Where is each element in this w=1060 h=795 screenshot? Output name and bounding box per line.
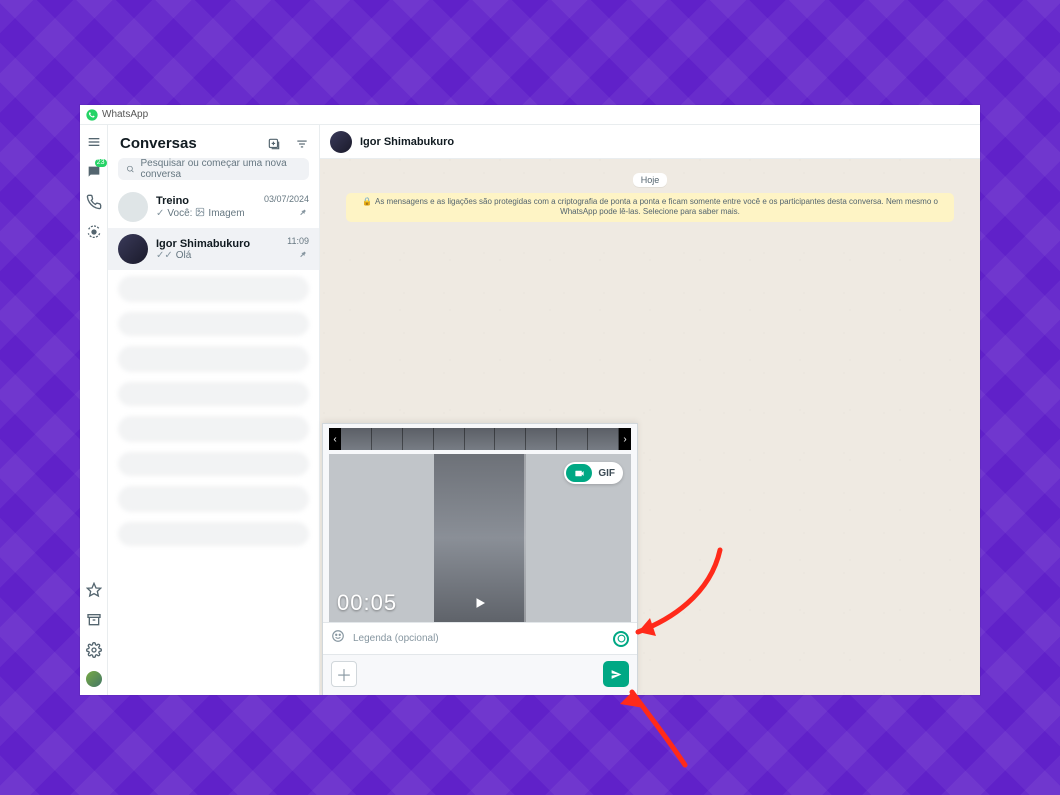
search-placeholder: Pesquisar ou começar uma nova conversa — [140, 158, 301, 180]
attachment-panel: ‹ › 00:05 — [322, 423, 638, 695]
attachment-bottom-row: ＋ — [323, 655, 637, 695]
redacted-row — [118, 522, 309, 546]
archive-icon[interactable] — [85, 611, 103, 629]
video-trim-strip[interactable]: ‹ › — [329, 428, 631, 450]
chats-badge: 23 — [95, 159, 107, 167]
chat-time: 03/07/2024 — [264, 194, 309, 204]
chat-pane: Igor Shimabukuro Hoje 🔒As mensagens e as… — [320, 125, 980, 695]
search-input[interactable]: Pesquisar ou começar uma nova conversa — [118, 158, 309, 180]
avatar — [118, 234, 148, 264]
contact-avatar — [330, 131, 352, 153]
trim-next-icon[interactable]: › — [619, 428, 631, 450]
redacted-chats — [108, 270, 319, 552]
sidebar-title: Conversas — [120, 135, 197, 152]
image-icon — [195, 207, 205, 220]
trim-frames[interactable] — [341, 428, 619, 450]
menu-icon[interactable] — [85, 133, 103, 151]
video-duration: 00:05 — [337, 590, 397, 616]
lock-icon: 🔒 — [362, 197, 372, 206]
nav-rail: 23 — [80, 125, 108, 695]
media-quality-button[interactable] — [613, 631, 629, 647]
contact-name: Igor Shimabukuro — [360, 136, 454, 148]
emoji-icon[interactable] — [331, 629, 345, 648]
send-button[interactable] — [603, 661, 629, 687]
chat-item-treino[interactable]: Treino ✓ Você: Imagem 03/07/2024 — [108, 186, 319, 228]
chat-item-igor[interactable]: Igor Shimabukuro ✓✓ Olá 11:09 — [108, 228, 319, 270]
play-icon[interactable] — [474, 596, 486, 614]
redacted-row — [118, 312, 309, 336]
profile-avatar[interactable] — [86, 671, 102, 687]
main-area: 23 Conversas — [80, 125, 980, 695]
whatsapp-logo-icon — [86, 109, 98, 121]
whatsapp-window: WhatsApp 23 — [80, 105, 980, 695]
caption-row: Legenda (opcional) — [323, 622, 637, 655]
double-check-icon: ✓ — [156, 208, 164, 219]
redacted-row — [118, 346, 309, 372]
add-media-button[interactable]: ＋ — [331, 661, 357, 687]
redacted-row — [118, 276, 309, 302]
filter-icon[interactable] — [295, 137, 309, 151]
pin-icon — [298, 204, 307, 222]
chat-preview: ✓ Você: Imagem — [156, 207, 309, 220]
video-gif-toggle[interactable]: GIF — [564, 462, 623, 484]
redacted-row — [118, 486, 309, 512]
search-icon — [126, 164, 134, 174]
starred-icon[interactable] — [85, 581, 103, 599]
titlebar: WhatsApp — [80, 105, 980, 125]
app-title: WhatsApp — [102, 109, 148, 120]
pin-icon — [298, 246, 307, 264]
caption-input[interactable]: Legenda (opcional) — [353, 633, 605, 644]
calls-icon[interactable] — [85, 193, 103, 211]
sidebar-header: Conversas — [108, 125, 319, 158]
chat-time: 11:09 — [287, 236, 309, 246]
date-pill: Hoje — [633, 173, 668, 187]
gif-mode-label[interactable]: GIF — [592, 468, 621, 479]
redacted-row — [118, 382, 309, 406]
video-mode-icon[interactable] — [566, 464, 592, 482]
redacted-row — [118, 452, 309, 476]
encryption-banner[interactable]: 🔒As mensagens e as ligações são protegid… — [346, 193, 953, 222]
avatar — [118, 192, 148, 222]
status-icon[interactable] — [85, 223, 103, 241]
new-chat-icon[interactable] — [267, 137, 281, 151]
chat-header[interactable]: Igor Shimabukuro — [320, 125, 980, 159]
double-check-icon: ✓✓ — [156, 250, 173, 261]
chat-list: Treino ✓ Você: Imagem 03/07/2024 — [108, 186, 319, 695]
trim-prev-icon[interactable]: ‹ — [329, 428, 341, 450]
chat-preview: ✓✓ Olá — [156, 250, 309, 261]
sidebar: Conversas Pesquisar ou começar uma nova … — [108, 125, 320, 695]
chat-title: Igor Shimabukuro — [156, 238, 309, 250]
redacted-row — [118, 416, 309, 442]
settings-icon[interactable] — [85, 641, 103, 659]
video-preview[interactable]: 00:05 GIF — [329, 454, 631, 622]
chats-icon[interactable]: 23 — [85, 163, 103, 181]
